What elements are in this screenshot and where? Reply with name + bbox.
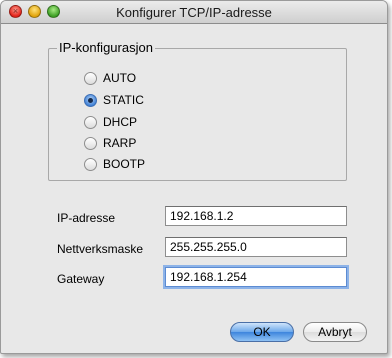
gateway-label: Gateway — [57, 272, 105, 286]
ok-button[interactable]: OK — [230, 322, 294, 342]
radio-label: BOOTP — [103, 157, 146, 171]
radio-button[interactable] — [84, 116, 97, 129]
radio-label: STATIC — [103, 93, 144, 107]
radio-label: AUTO — [103, 71, 137, 85]
radio-button[interactable] — [84, 137, 97, 150]
title-bar[interactable]: × Konfigurer TCP/IP-adresse — [1, 1, 387, 24]
radio-button-selected[interactable] — [84, 94, 97, 107]
subnet-mask-label: Nettverksmaske — [57, 242, 144, 256]
subnet-mask-field[interactable] — [165, 237, 347, 257]
dialog-window: × Konfigurer TCP/IP-adresse IP-konfigura… — [0, 0, 388, 354]
window-title: Konfigurer TCP/IP-adresse — [116, 5, 272, 20]
radio-button[interactable] — [84, 158, 97, 171]
radio-button[interactable] — [84, 72, 97, 85]
cancel-button[interactable]: Avbryt — [303, 322, 367, 342]
ip-config-group-label: IP-konfigurasjon — [57, 40, 155, 55]
radio-label: RARP — [103, 136, 137, 150]
ip-address-field[interactable] — [165, 206, 347, 226]
gateway-field[interactable] — [165, 267, 347, 287]
radio-label: DHCP — [103, 115, 138, 129]
radio-dot — [88, 98, 93, 103]
ip-address-label: IP-adresse — [57, 211, 116, 225]
